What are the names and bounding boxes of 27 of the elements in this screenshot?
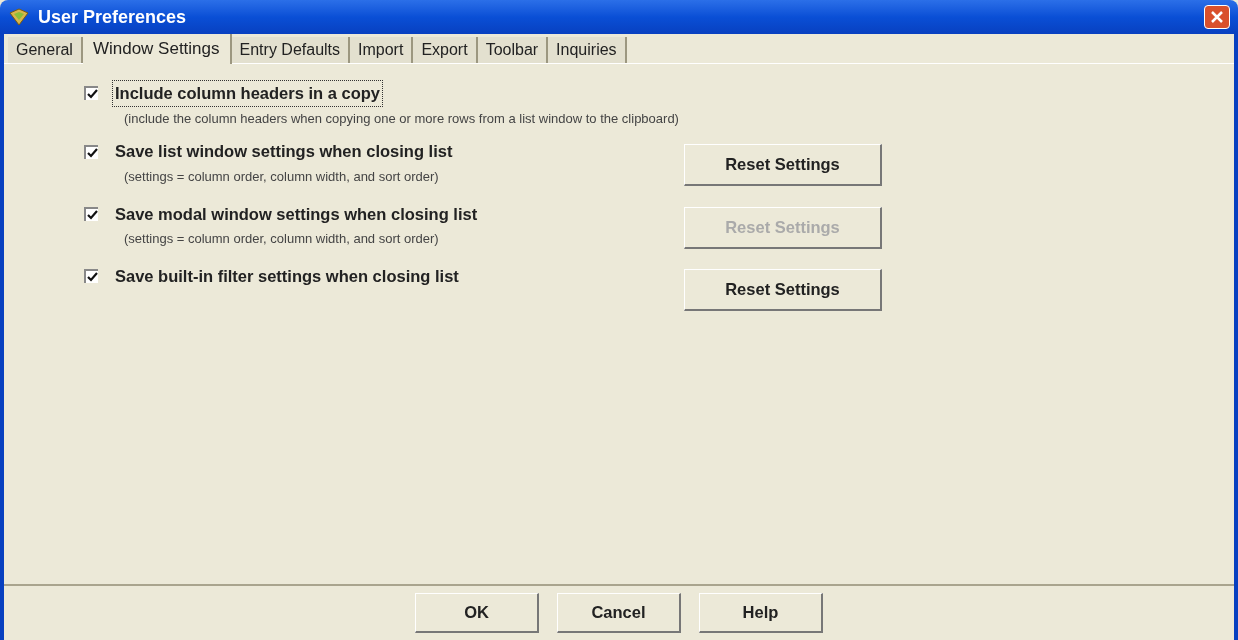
reset-settings-button[interactable]: Reset Settings bbox=[684, 144, 882, 187]
tab[interactable]: Toolbar bbox=[477, 37, 549, 63]
checkbox[interactable] bbox=[84, 144, 98, 159]
close-button[interactable] bbox=[1204, 5, 1230, 29]
tab[interactable]: General bbox=[8, 37, 83, 63]
checkbox[interactable] bbox=[84, 86, 98, 101]
tab[interactable]: Entry Defaults bbox=[231, 37, 351, 63]
dialog-button[interactable]: Cancel bbox=[557, 593, 681, 633]
tab[interactable]: Window Settings bbox=[82, 34, 232, 64]
tab[interactable]: Import bbox=[350, 37, 414, 63]
close-icon bbox=[1210, 10, 1224, 24]
option-hint: (include the column headers when copying one or more rows from a list window to the clipboard) bbox=[124, 109, 680, 128]
window-title: User Preferences bbox=[38, 5, 187, 29]
tab[interactable]: Export bbox=[413, 37, 478, 63]
tab[interactable]: Inquiries bbox=[548, 37, 627, 63]
reset-settings-button[interactable]: Reset Settings bbox=[684, 268, 882, 311]
app-logo-icon bbox=[8, 7, 30, 27]
option-label[interactable]: Include column headers in a copy bbox=[112, 80, 383, 107]
checkbox[interactable] bbox=[84, 206, 98, 221]
option-hint: (settings = column order, column width, and sort order) bbox=[124, 230, 440, 249]
dialog-button[interactable]: OK bbox=[415, 593, 539, 633]
option-label[interactable]: Save built-in filter settings when closing list bbox=[112, 262, 462, 290]
checkbox[interactable] bbox=[84, 269, 98, 284]
dialog-button[interactable]: Help bbox=[699, 593, 823, 633]
option-hint: (settings = column order, column width, and sort order) bbox=[124, 168, 440, 186]
option-label[interactable]: Save modal window settings when closing list bbox=[112, 200, 481, 228]
option-label[interactable]: Save list window settings when closing list bbox=[112, 138, 456, 165]
